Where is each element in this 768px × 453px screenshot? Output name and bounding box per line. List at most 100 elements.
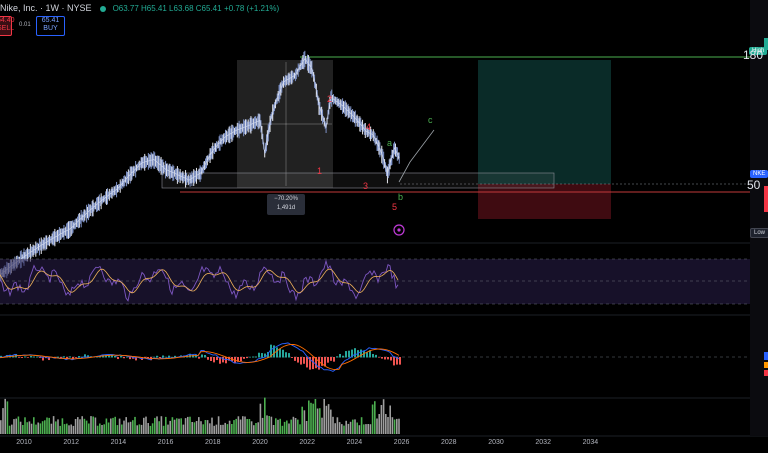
volume-bar bbox=[200, 421, 202, 434]
volume-bar bbox=[121, 424, 123, 434]
volume-bar bbox=[46, 417, 48, 434]
stop-zone[interactable] bbox=[478, 184, 611, 219]
volume-bar bbox=[224, 422, 226, 434]
price-chart[interactable] bbox=[0, 0, 768, 453]
macd-histogram-bar bbox=[24, 356, 26, 358]
volume-bar bbox=[173, 419, 176, 434]
volume-bar bbox=[110, 418, 112, 434]
volume-bar bbox=[325, 405, 328, 434]
macd-histogram-bar bbox=[306, 357, 308, 368]
macd-histogram-bar bbox=[129, 357, 131, 360]
volume-bar bbox=[202, 424, 204, 434]
wave-label-c[interactable]: c bbox=[428, 115, 433, 125]
volume-bar bbox=[147, 423, 149, 434]
volume-bar bbox=[369, 424, 372, 434]
target-zone[interactable] bbox=[478, 60, 611, 184]
volume-bar bbox=[143, 417, 145, 434]
buy-button[interactable]: 65.41 BUY bbox=[36, 16, 65, 36]
volume-bar bbox=[112, 417, 114, 434]
volume-bar bbox=[151, 423, 154, 434]
macd-histogram-bar bbox=[255, 356, 257, 358]
macd-histogram-bar bbox=[366, 352, 368, 358]
macd-histogram-bar bbox=[339, 353, 341, 358]
volume-bar bbox=[387, 417, 389, 434]
volume-bar bbox=[90, 416, 92, 434]
wave-label-5[interactable]: 5 bbox=[392, 202, 397, 212]
volume-bar bbox=[341, 424, 343, 434]
rsi-band bbox=[0, 259, 750, 304]
volume-bar bbox=[19, 421, 22, 434]
volume-bar bbox=[389, 405, 391, 434]
volume-bar bbox=[314, 399, 317, 434]
macd-histogram-bar bbox=[252, 356, 254, 358]
macd-histogram-bar bbox=[240, 357, 242, 362]
volume-bar bbox=[63, 424, 66, 434]
price-series bbox=[0, 50, 400, 281]
ticker-tag[interactable]: NKE bbox=[750, 170, 768, 178]
current-price-label: 50 bbox=[747, 178, 761, 192]
volume-bar bbox=[396, 418, 398, 434]
macd-histogram-bar bbox=[126, 356, 128, 358]
volume-bar bbox=[363, 424, 365, 434]
volume-bar bbox=[382, 399, 385, 434]
macd-histogram-bar bbox=[216, 357, 218, 361]
volume-series bbox=[0, 397, 400, 434]
volume-bar bbox=[308, 400, 310, 434]
wave-label-4[interactable]: 4 bbox=[366, 122, 371, 132]
wave-label-2[interactable]: 2 bbox=[327, 94, 332, 104]
volume-bar bbox=[279, 418, 281, 434]
macd-histogram-bar bbox=[387, 357, 389, 360]
volume-bar bbox=[136, 425, 138, 434]
macd-histogram-bar bbox=[18, 357, 20, 358]
volume-bar bbox=[191, 422, 193, 434]
wave-label-b[interactable]: b bbox=[398, 192, 403, 202]
macd-histogram-bar bbox=[225, 357, 227, 364]
macd-histogram-bar bbox=[207, 357, 209, 360]
x-axis-label: 2014 bbox=[110, 439, 127, 446]
low-tag[interactable]: Low bbox=[750, 228, 768, 238]
wave-label-a[interactable]: a bbox=[387, 138, 392, 148]
volume-bar bbox=[101, 425, 103, 434]
macd-histogram-bar bbox=[285, 352, 287, 358]
volume-bar bbox=[184, 418, 187, 434]
range-box[interactable] bbox=[161, 172, 555, 189]
volume-bar bbox=[338, 422, 341, 434]
market-status-icon bbox=[100, 5, 107, 12]
macd-histogram-bar bbox=[297, 357, 299, 363]
volume-bar bbox=[123, 420, 125, 434]
volume-bar bbox=[253, 425, 255, 434]
volume-bar bbox=[231, 424, 233, 434]
volume-bar bbox=[55, 421, 57, 434]
volume-bar bbox=[70, 424, 72, 434]
volume-bar bbox=[35, 424, 37, 434]
wave-label-1[interactable]: 1 bbox=[317, 166, 322, 176]
macd-histogram-bar bbox=[258, 352, 260, 358]
volume-bar bbox=[294, 418, 297, 434]
volume-bar bbox=[261, 417, 264, 434]
macd-histogram-bar bbox=[120, 356, 122, 358]
volume-bar bbox=[154, 417, 156, 434]
volume-bar bbox=[268, 416, 270, 434]
time-axis[interactable]: 2010 2012 2014 2016 2018 2020 2022 2024 2026 2028… bbox=[0, 438, 768, 453]
macd-histogram-bar bbox=[36, 356, 38, 358]
wave-label-3[interactable]: 3 bbox=[363, 181, 368, 191]
volume-bar bbox=[79, 419, 81, 434]
macd-histogram-bar bbox=[111, 355, 113, 358]
macd-histogram-bar bbox=[354, 348, 356, 358]
macd-histogram-bar bbox=[243, 357, 245, 359]
volume-bar bbox=[134, 416, 136, 434]
measure-duration: 1,491d bbox=[276, 205, 296, 211]
symbol-title[interactable]: Nike, Inc. · 1W · NYSE bbox=[0, 3, 92, 13]
macd-histogram-bar bbox=[21, 357, 23, 358]
volume-bar bbox=[11, 424, 13, 434]
x-axis-label: 2010 bbox=[16, 439, 32, 446]
volume-bar bbox=[321, 417, 323, 434]
sell-button[interactable]: 64.40 SELL bbox=[0, 16, 15, 36]
macd-histogram-bar bbox=[123, 357, 125, 359]
volume-bar bbox=[356, 422, 358, 434]
volume-bar bbox=[358, 425, 361, 434]
sell-price: 64.40 bbox=[0, 17, 15, 24]
volume-bar bbox=[118, 418, 121, 434]
volume-bar bbox=[209, 423, 211, 434]
volume-bar bbox=[88, 423, 90, 434]
